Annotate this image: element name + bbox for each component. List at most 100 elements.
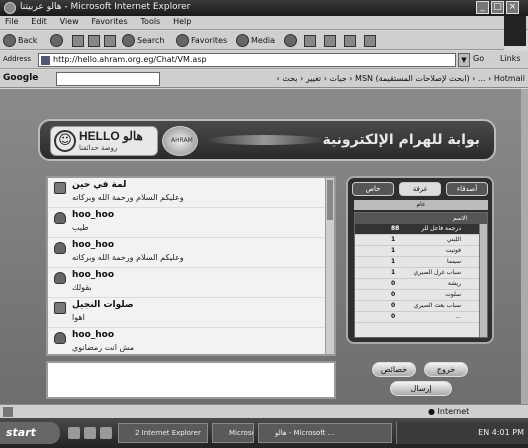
favorites-button[interactable]: Favorites — [176, 33, 227, 48]
user-square-icon — [54, 302, 66, 314]
minimize-button[interactable]: _ — [476, 1, 489, 14]
send-button[interactable]: إرسال — [390, 381, 452, 396]
home-button[interactable] — [104, 33, 116, 48]
message-username[interactable]: صلوات النجيل — [72, 300, 134, 310]
chat-message: لمة في حين وعليكم السلام ورحمة الله وبرك… — [48, 178, 334, 208]
user-list-header: الاسم — [355, 213, 487, 224]
taskbar-item-hello[interactable]: هالو - Microsoft ... — [258, 423, 392, 443]
hello-logo[interactable]: ☺ HELLO هالو روضة حدائقنا — [50, 126, 158, 156]
edit-button[interactable] — [344, 33, 356, 48]
print-button[interactable] — [324, 33, 336, 48]
mail-icon — [304, 34, 316, 47]
properties-button[interactable]: خصائص — [372, 362, 416, 377]
message-username[interactable]: hoo_hoo — [72, 330, 114, 340]
star-icon — [176, 34, 189, 47]
standard-toolbar: Back Search Favorites Media — [0, 31, 504, 50]
edit-icon — [344, 34, 356, 47]
ahram-emblem: AHRAM — [162, 126, 198, 156]
user-list-row[interactable]: اللبني 1 — [355, 235, 487, 246]
media-button[interactable]: Media — [236, 33, 275, 48]
user-list-row[interactable]: ريشة 0 — [355, 279, 487, 290]
messenger-icon — [364, 34, 376, 47]
media-icon — [236, 34, 249, 47]
user-list-row[interactable]: سباب غرل الصيري 1 — [355, 268, 487, 279]
chat-message: hoo_hoo مش انت رمضانوي — [48, 328, 334, 354]
internet-explorer-icon — [4, 2, 16, 14]
history-icon — [284, 34, 297, 47]
smiley-icon: ☺ — [54, 130, 76, 152]
messenger-button[interactable] — [364, 33, 376, 48]
chat-messages-panel[interactable]: لمة في حين وعليكم السلام ورحمة الله وبرك… — [46, 176, 336, 356]
user-list-scrollbar[interactable] — [479, 224, 487, 337]
message-text: بقولك — [72, 283, 92, 292]
history-button[interactable] — [284, 33, 299, 48]
start-button[interactable]: start — [0, 422, 60, 444]
menu-help[interactable]: Help — [168, 16, 196, 27]
maximize-button[interactable]: □ — [491, 1, 504, 14]
chat-scrollbar[interactable] — [325, 178, 334, 354]
page-scrollbar[interactable] — [521, 89, 528, 404]
stop-icon — [72, 34, 84, 47]
message-text: وعليكم السلام ورحمة الله وبركاته — [72, 193, 184, 202]
close-button[interactable]: × — [506, 1, 519, 14]
google-tools[interactable]: Hotmail ‹ ... ‹ (ابحث لإصلاحات المستقيمة… — [165, 74, 525, 83]
menu-file[interactable]: File — [0, 16, 23, 27]
quicklaunch-ie-icon[interactable] — [68, 427, 80, 439]
google-search-input[interactable] — [56, 72, 160, 86]
forward-button[interactable] — [50, 33, 65, 48]
logo-subtitle: روضة حدائقنا — [79, 144, 118, 152]
taskbar-item-ie[interactable]: 2 Internet Explorer — [118, 423, 208, 443]
quicklaunch-desktop-icon[interactable] — [84, 427, 96, 439]
windows-logo-icon — [504, 16, 526, 46]
menu-edit[interactable]: Edit — [26, 16, 52, 27]
search-button[interactable]: Search — [122, 33, 164, 48]
chat-message: hoo_hoo وعليكم السلام ورحمة الله وبركاته — [48, 238, 334, 268]
stop-button[interactable] — [72, 33, 84, 48]
user-list-row[interactable]: ... 0 — [355, 312, 487, 323]
tab-private[interactable]: خاص — [352, 182, 394, 196]
exit-button[interactable]: خروج — [424, 362, 468, 377]
message-text: وعليكم السلام ورحمة الله وبركاته — [72, 253, 184, 262]
message-username[interactable]: لمة في حين — [72, 180, 126, 190]
menu-bar: File Edit View Favorites Tools Help — [0, 16, 528, 30]
menu-view[interactable]: View — [55, 16, 84, 27]
tab-friends[interactable]: أصدقاء — [446, 182, 488, 196]
refresh-button[interactable] — [88, 33, 100, 48]
panel-tabs: أصدقاء غرفة خاص — [352, 182, 490, 196]
user-person-icon — [54, 272, 66, 284]
quicklaunch-media-icon[interactable] — [100, 427, 112, 439]
user-list[interactable]: الاسم درجمة فاعل للر 88 اللبني 1 فوتيت 1 سي… — [354, 212, 488, 338]
tab-room[interactable]: غرفة — [399, 182, 441, 196]
user-list-row[interactable]: فوتيت 1 — [355, 246, 487, 257]
address-bar: Address http://hello.ahram.org.eg/Chat/V… — [0, 51, 528, 69]
home-icon — [104, 34, 116, 47]
printer-icon — [324, 34, 336, 47]
page-status-icon — [3, 407, 13, 417]
taskbar-item-word[interactable]: Microsoft Word — [212, 423, 254, 443]
search-icon — [122, 34, 135, 47]
back-button[interactable]: Back — [3, 33, 37, 48]
web-page: ☺ HELLO هالو روضة حدائقنا AHRAM بوابة لل… — [0, 89, 528, 404]
address-dropdown[interactable]: ▼ — [458, 53, 470, 67]
message-input[interactable] — [46, 361, 336, 399]
message-username[interactable]: hoo_hoo — [72, 270, 114, 280]
forward-arrow-icon — [50, 34, 63, 47]
clock[interactable]: EN 4:01 PM — [478, 428, 524, 437]
emblem-text: AHRAM — [171, 137, 193, 144]
message-username[interactable]: hoo_hoo — [72, 210, 114, 220]
logo-text: HELLO هالو — [79, 129, 143, 143]
user-list-row[interactable]: سباب بعث الصيري 0 — [355, 301, 487, 312]
google-logo[interactable]: Google — [3, 73, 38, 83]
menu-favorites[interactable]: Favorites — [87, 16, 133, 27]
message-username[interactable]: hoo_hoo — [72, 240, 114, 250]
mail-button[interactable] — [304, 33, 316, 48]
user-list-row[interactable]: سينما 1 — [355, 257, 487, 268]
links-button[interactable]: Links — [500, 54, 521, 63]
window-titlebar: هالو عربيتنا - Microsoft Internet Explor… — [0, 0, 528, 16]
user-list-row[interactable]: سلوت 0 — [355, 290, 487, 301]
user-list-row[interactable]: درجمة فاعل للر 88 — [355, 224, 487, 235]
address-input[interactable]: http://hello.ahram.org.eg/Chat/VM.asp — [38, 53, 456, 67]
site-header: ☺ HELLO هالو روضة حدائقنا AHRAM بوابة لل… — [38, 119, 496, 161]
go-button[interactable]: Go — [473, 54, 484, 63]
menu-tools[interactable]: Tools — [136, 16, 166, 27]
